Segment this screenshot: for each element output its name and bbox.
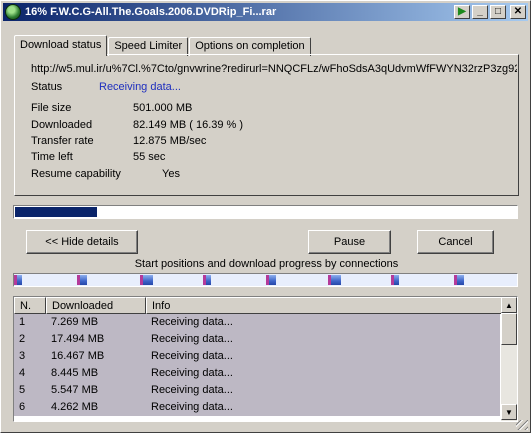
connection-start-marker	[140, 275, 143, 285]
connection-start-marker	[266, 275, 269, 285]
tab-download-status[interactable]: Download status	[14, 35, 108, 56]
close-icon[interactable]: ✕	[510, 5, 526, 19]
cancel-button[interactable]: Cancel	[417, 230, 494, 254]
cell-downloaded: 5.547 MB	[51, 384, 99, 396]
window-title: 16% F.W.C.G-All.The.Goals.2006.DVDRip_Fi…	[25, 6, 277, 18]
vertical-scrollbar[interactable]: ▲ ▼	[501, 297, 517, 421]
connection-start-marker	[14, 275, 17, 285]
progress-fill	[15, 207, 98, 217]
resume-value: Yes	[162, 168, 180, 180]
connection-start-marker	[391, 275, 394, 285]
cell-number: 6	[19, 401, 26, 413]
cell-info: Receiving data...	[151, 350, 233, 362]
download-progress-bar	[13, 205, 518, 219]
status-value: Receiving data...	[99, 81, 181, 93]
download-window: 16% F.W.C.G-All.The.Goals.2006.DVDRip_Fi…	[0, 0, 531, 433]
cell-number: 3	[19, 350, 26, 362]
table-header: N. Downloaded Info	[14, 297, 502, 314]
connection-start-marker	[77, 275, 80, 285]
minimize-icon[interactable]: _	[472, 5, 488, 19]
file-size-label: File size	[31, 102, 72, 114]
tab-strip: Download status Speed Limiter Options on…	[14, 35, 312, 56]
column-header-number[interactable]: N.	[14, 297, 46, 314]
column-header-downloaded[interactable]: Downloaded	[46, 297, 146, 314]
scrollbar-thumb[interactable]	[501, 313, 517, 345]
cell-number: 2	[19, 333, 26, 345]
title-bar[interactable]: 16% F.W.C.G-All.The.Goals.2006.DVDRip_Fi…	[3, 3, 528, 21]
cell-number: 5	[19, 384, 26, 396]
table-row[interactable]: 2 17.494 MB Receiving data...	[14, 331, 500, 348]
cell-info: Receiving data...	[151, 316, 233, 328]
cell-downloaded: 8.445 MB	[51, 367, 99, 379]
table-row[interactable]: 1 7.269 MB Receiving data...	[14, 314, 500, 331]
scroll-down-icon[interactable]: ▼	[501, 404, 517, 420]
column-header-info[interactable]: Info	[146, 297, 502, 314]
downloaded-label: Downloaded	[31, 119, 93, 131]
hide-details-button[interactable]: << Hide details	[26, 230, 138, 254]
status-label: Status	[31, 81, 63, 93]
cell-info: Receiving data...	[151, 333, 233, 345]
maximize-icon[interactable]: □	[490, 5, 506, 19]
table-row[interactable]: 3 16.467 MB Receiving data...	[14, 348, 500, 365]
scroll-up-icon[interactable]: ▲	[501, 297, 517, 313]
connections-progress-bar	[13, 273, 518, 287]
globe-app-icon	[5, 4, 21, 20]
cell-info: Receiving data...	[151, 367, 233, 379]
table-body: 1 7.269 MB Receiving data... 2 17.494 MB Rece…	[14, 314, 500, 416]
table-row[interactable]: 6 4.262 MB Receiving data...	[14, 399, 500, 416]
download-url: http://w5.mul.ir/u%7Cl.%7Cto/gnvwrine?re…	[31, 63, 517, 75]
table-row[interactable]: 5 5.547 MB Receiving data...	[14, 382, 500, 399]
cell-info: Receiving data...	[151, 384, 233, 396]
connection-start-marker	[454, 275, 457, 285]
resume-label: Resume capability	[31, 168, 121, 180]
downloaded-value: 82.149 MB ( 16.39 % )	[133, 119, 244, 131]
table-row[interactable]: 4 8.445 MB Receiving data...	[14, 365, 500, 382]
time-left-label: Time left	[31, 151, 73, 163]
connection-start-marker	[328, 275, 331, 285]
cell-number: 1	[19, 316, 26, 328]
cell-downloaded: 16.467 MB	[51, 350, 105, 362]
connections-table[interactable]: N. Downloaded Info 1 7.269 MB Receiving da…	[13, 296, 518, 422]
play-arrow-icon[interactable]: ▶	[454, 5, 470, 19]
cell-downloaded: 17.494 MB	[51, 333, 105, 345]
connections-caption: Start positions and download progress by…	[134, 258, 399, 270]
transfer-rate-value: 12.875 MB/sec	[133, 135, 207, 147]
cell-downloaded: 7.269 MB	[51, 316, 99, 328]
time-left-value: 55 sec	[133, 151, 166, 163]
cell-number: 4	[19, 367, 26, 379]
cell-info: Receiving data...	[151, 401, 233, 413]
transfer-rate-label: Transfer rate	[31, 135, 94, 147]
resize-grip-icon[interactable]	[516, 420, 528, 430]
pause-button[interactable]: Pause	[308, 230, 391, 254]
connection-start-marker	[203, 275, 206, 285]
download-status-panel: http://w5.mul.ir/u%7Cl.%7Cto/gnvwrine?re…	[14, 54, 519, 196]
file-size-value: 501.000 MB	[133, 102, 193, 114]
cell-downloaded: 4.262 MB	[51, 401, 99, 413]
